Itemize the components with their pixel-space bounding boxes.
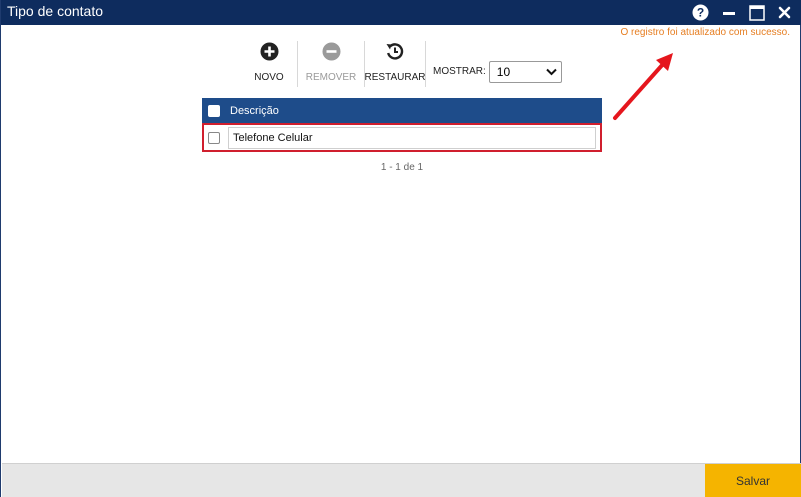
pagination-info: 1 - 1 de 1 [380,162,424,173]
toolbar-divider [425,41,426,87]
description-input[interactable]: Telefone Celular [228,126,596,149]
restore-history-icon [385,42,405,66]
chevron-down-icon [546,65,557,79]
page-size-control: MOSTRAR: 10 [433,41,562,87]
window-controls: ? [691,3,794,22]
select-all-checkbox[interactable] [208,104,220,117]
page-size-value: 10 [496,65,511,79]
minimize-icon[interactable] [719,3,738,22]
close-icon[interactable] [775,3,794,22]
row-checkbox[interactable] [208,131,220,144]
maximize-icon[interactable] [747,3,766,22]
restore-button[interactable]: RESTAURAR [365,41,425,87]
minus-circle-icon [322,42,341,66]
table-row: Telefone Celular [202,123,602,152]
window-title: Tipo de contato [7,3,103,19]
plus-circle-icon [260,42,279,66]
help-icon[interactable]: ? [691,3,710,22]
footer-bar: Salvar [2,463,801,497]
grid-header: Descrição [202,98,602,123]
new-button[interactable]: NOVO [241,41,297,87]
toolbar: NOVO REMOVER RESTAURAR MOSTRAR: 10 [241,41,562,87]
red-arrow-annotation [606,48,676,129]
data-grid: Descrição Telefone Celular 1 - 1 de 1 [202,98,602,173]
success-message: O registro foi atualizado com sucesso. [620,27,790,38]
remove-button-label: REMOVER [305,72,357,83]
restore-button-label: RESTAURAR [364,72,426,83]
column-header-description: Descrição [230,104,279,117]
page-size-label: MOSTRAR: [433,66,486,77]
title-bar: Tipo de contato ? [1,0,801,25]
dialog-window: Tipo de contato ? O registro foi atualiz… [0,0,801,497]
new-button-label: NOVO [254,72,284,83]
save-button[interactable]: Salvar [705,464,801,497]
remove-button[interactable]: REMOVER [298,41,364,87]
page-size-select[interactable]: 10 [488,61,562,83]
svg-text:?: ? [697,6,704,20]
